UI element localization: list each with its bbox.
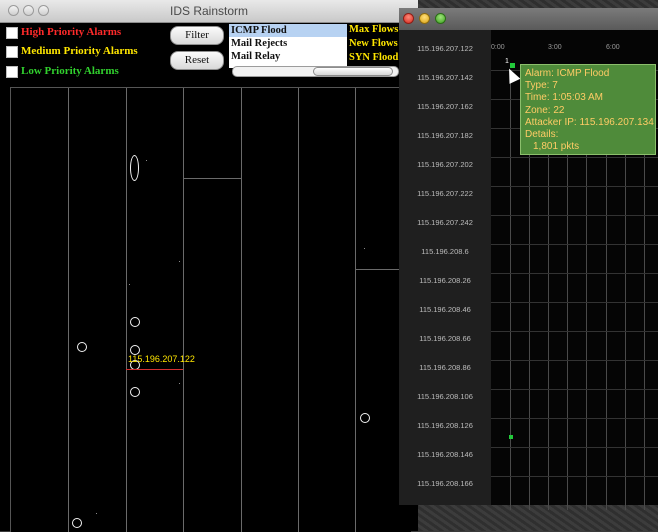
ip-label: 115.196.208.166 — [417, 479, 473, 488]
alarm-ring[interactable] — [72, 518, 82, 528]
grid-hline — [491, 273, 658, 274]
grid-hline — [491, 418, 658, 419]
ip-label: 115.196.207.242 — [417, 218, 473, 227]
alarm-ring[interactable] — [77, 342, 87, 352]
flow-type-new-flows[interactable]: New Flows — [349, 38, 398, 49]
grid-hline — [491, 186, 658, 187]
alarm-type-mail-relay[interactable]: Mail Relay — [229, 50, 347, 63]
ip-label: 115.196.208.26 — [419, 276, 471, 285]
medium-priority-checkbox[interactable] — [6, 46, 18, 58]
rainstorm-canvas[interactable]: 115.196.207.122 — [10, 87, 411, 532]
alarm-marker[interactable] — [509, 435, 513, 439]
alarm-type-list[interactable]: ICMP Flood Mail Rejects Mail Relay — [229, 24, 347, 68]
ip-label: 115.196.207.182 — [417, 131, 473, 140]
window-title: IDS Rainstorm — [169, 4, 249, 18]
detail-minimize-button[interactable] — [419, 13, 430, 24]
ip-label: 115.196.208.46 — [419, 305, 471, 314]
grid-hline — [491, 447, 658, 448]
alarm-type-icmp-flood[interactable]: ICMP Flood — [229, 24, 347, 37]
alarm-ring[interactable] — [360, 413, 370, 423]
alarm-ring[interactable] — [130, 317, 140, 327]
detail-window: 115.196.207.122 115.196.207.142 115.196.… — [399, 8, 658, 510]
ip-label: 115.196.208.126 — [417, 421, 473, 430]
column-divider — [183, 88, 184, 532]
grid-vline — [510, 70, 511, 510]
ip-label: 115.196.208.6 — [421, 247, 469, 256]
column-divider — [355, 88, 356, 532]
grid-hline — [491, 215, 658, 216]
alarm-ring[interactable] — [130, 155, 139, 181]
filter-button[interactable]: Filter — [170, 26, 224, 45]
column-divider — [126, 88, 127, 532]
grid-hline — [491, 476, 658, 477]
grid-hline — [491, 302, 658, 303]
alarm-tooltip: Alarm: ICMP Flood Type: 7 Time: 1:05:03 … — [520, 64, 656, 155]
flow-point — [364, 248, 365, 249]
ip-address-column: 115.196.207.122 115.196.207.142 115.196.… — [399, 30, 491, 505]
tooltip-type: Type: 7 — [525, 80, 558, 92]
time-label: 0:00 — [491, 44, 505, 51]
ip-label: 115.196.207.222 — [417, 189, 473, 198]
tooltip-zone: Zone: 22 — [525, 104, 565, 116]
main-window: IDS Rainstorm High Priority Alarms Mediu… — [0, 0, 418, 532]
tooltip-details: Details: — [525, 129, 559, 141]
ip-label: 115.196.208.86 — [419, 363, 471, 372]
detail-zoom-button[interactable] — [435, 13, 446, 24]
time-label: 6:00 — [606, 44, 620, 51]
alarm-type-mail-rejects[interactable]: Mail Rejects — [229, 37, 347, 50]
column-divider — [68, 88, 69, 532]
flow-type-syn-flood[interactable]: SYN Flood — [349, 52, 398, 63]
column-divider — [241, 88, 242, 532]
grid-hline — [491, 389, 658, 390]
time-label: 3:00 — [548, 44, 562, 51]
main-titlebar[interactable]: IDS Rainstorm — [0, 0, 418, 23]
marker-label: 1 — [505, 58, 509, 65]
ip-label: 115.196.207.162 — [417, 102, 473, 111]
ip-label: 115.196.208.106 — [417, 392, 473, 401]
tooltip-pkts: 1,801 pkts — [533, 141, 580, 153]
flow-point — [179, 261, 180, 262]
tooltip-alarm: Alarm: ICMP Flood — [525, 68, 610, 79]
high-priority-checkbox[interactable] — [6, 27, 18, 39]
grid-hline — [491, 331, 658, 332]
medium-priority-label: Medium Priority Alarms — [21, 45, 138, 57]
alarm-type-panel: ICMP Flood Mail Rejects Mail Relay Max F… — [229, 24, 399, 68]
flow-point — [129, 284, 130, 285]
column-divider — [298, 88, 299, 532]
low-priority-label: Low Priority Alarms — [21, 65, 119, 77]
highlight-ip-label: 115.196.207.122 — [128, 354, 195, 364]
detail-close-button[interactable] — [403, 13, 414, 24]
ip-label: 115.196.207.142 — [417, 73, 473, 82]
low-priority-checkbox[interactable] — [6, 66, 18, 78]
slider-thumb[interactable] — [313, 67, 393, 76]
flow-point — [96, 513, 97, 514]
ip-label: 115.196.207.202 — [417, 160, 473, 169]
time-range-slider[interactable] — [232, 66, 399, 77]
high-priority-label: High Priority Alarms — [21, 26, 122, 38]
reset-button[interactable]: Reset — [170, 51, 224, 70]
detail-titlebar[interactable] — [399, 8, 658, 30]
flow-point — [146, 160, 147, 161]
tooltip-time: Time: 1:05:03 AM — [525, 92, 603, 104]
alarm-ring[interactable] — [130, 387, 140, 397]
tooltip-attacker: Attacker IP: 115.196.207.134 — [525, 116, 654, 128]
ip-label: 115.196.208.66 — [419, 334, 471, 343]
highlight-line — [126, 369, 183, 370]
grid-hline — [491, 157, 658, 158]
ip-label: 115.196.208.146 — [417, 450, 473, 459]
flow-type-max-flows[interactable]: Max Flows — [349, 24, 398, 35]
grid-hline — [491, 360, 658, 361]
grid-hline — [491, 244, 658, 245]
segment-divider — [183, 178, 241, 179]
flow-point — [179, 383, 180, 384]
ip-label: 115.196.207.122 — [417, 44, 473, 53]
